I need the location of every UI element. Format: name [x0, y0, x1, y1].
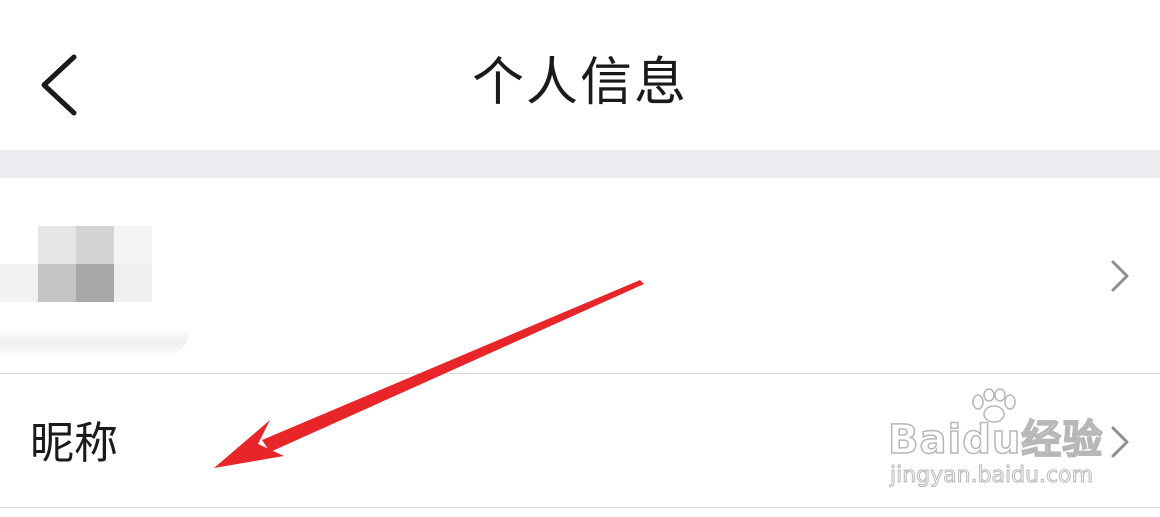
- avatar[interactable]: [0, 226, 155, 306]
- baidu-jingyan-watermark: Baidu经验 jingyan.baidu.com: [887, 388, 1104, 498]
- chevron-right-icon: [1111, 426, 1129, 458]
- watermark-url: jingyan.baidu.com: [889, 463, 1094, 489]
- section-separator: [0, 150, 1160, 178]
- personal-info-screen: 个人信息 昵称 Baidu经验 jingyan.baidu.com: [0, 0, 1160, 517]
- chevron-right-icon: [1111, 260, 1129, 292]
- avatar-blur-shadow: [0, 328, 190, 358]
- avatar-row[interactable]: [0, 178, 1160, 374]
- page-title: 个人信息: [471, 53, 688, 113]
- nickname-label: 昵称: [30, 418, 118, 469]
- watermark-logo: Baidu经验: [887, 416, 1104, 464]
- navigation-bar: 个人信息: [0, 0, 1160, 150]
